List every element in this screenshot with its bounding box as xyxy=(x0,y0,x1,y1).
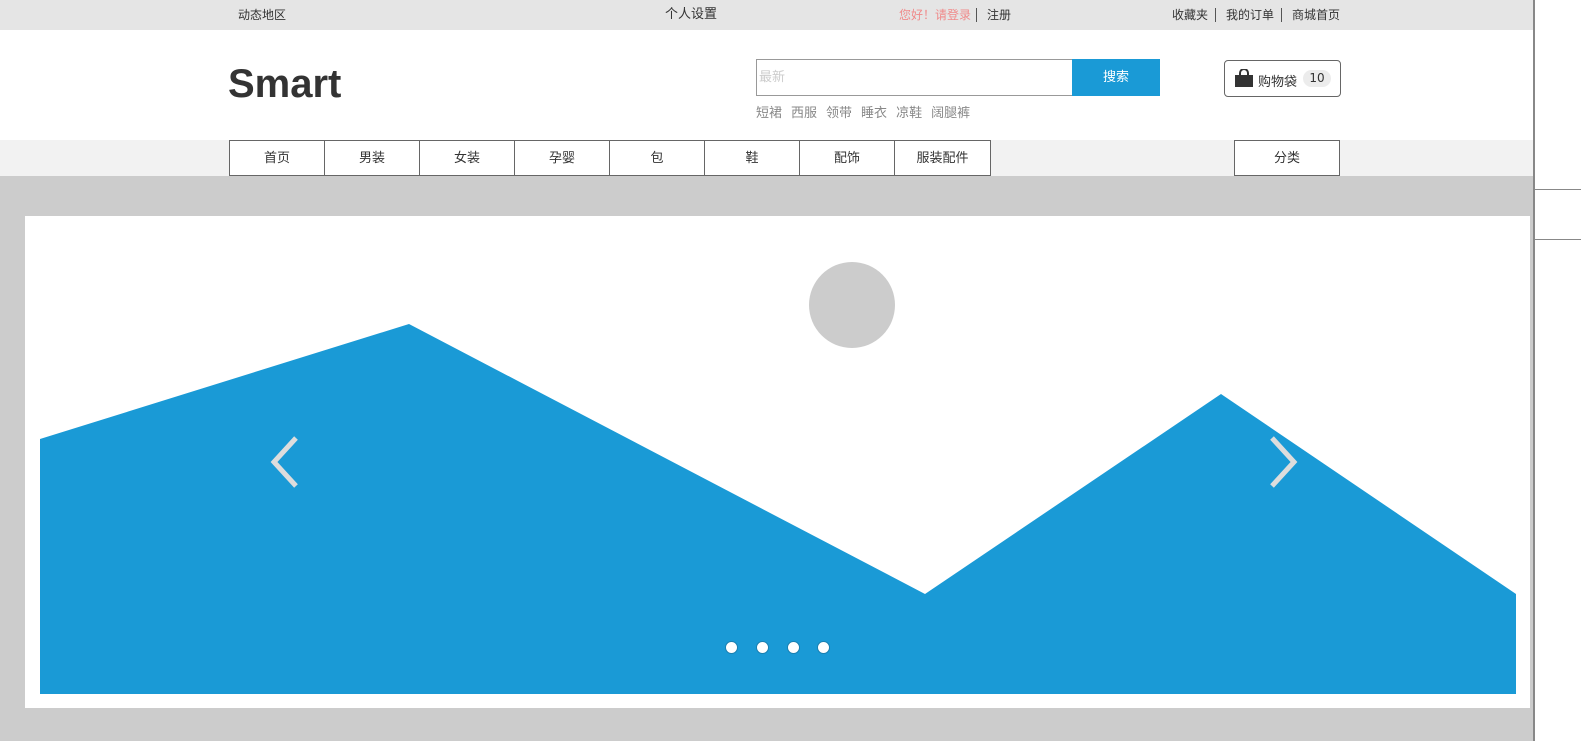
shopping-bag-icon xyxy=(1235,69,1253,87)
mall-home-link[interactable]: 商城首页 xyxy=(1292,8,1340,22)
mountain-shape xyxy=(40,324,1516,694)
search-button[interactable]: 搜索 xyxy=(1072,59,1160,96)
favorites-link[interactable]: 收藏夹 xyxy=(1172,8,1208,22)
carousel xyxy=(25,216,1530,708)
search-input[interactable] xyxy=(756,59,1073,96)
hot-keyword[interactable]: 短裙 xyxy=(756,106,782,121)
my-orders-link[interactable]: 我的订单 xyxy=(1226,8,1274,22)
carousel-indicator[interactable] xyxy=(817,641,830,654)
hot-keyword[interactable]: 西服 xyxy=(791,106,817,121)
nav-item-bags[interactable]: 包 xyxy=(609,140,705,176)
cart-button[interactable]: 购物袋 10 xyxy=(1224,60,1341,97)
banner-image-placeholder xyxy=(40,262,1516,694)
login-link[interactable]: 您好！请登录 xyxy=(899,8,971,22)
carousel-indicator[interactable] xyxy=(725,641,738,654)
register-link[interactable]: 注册 xyxy=(987,8,1011,22)
nav-item-clothing-accessories[interactable]: 服装配件 xyxy=(894,140,991,176)
nav-item-women[interactable]: 女装 xyxy=(419,140,515,176)
hot-keyword[interactable]: 睡衣 xyxy=(861,106,887,121)
cart-count-badge: 10 xyxy=(1303,70,1331,87)
region-link[interactable]: 动态地区 xyxy=(238,8,286,22)
logo[interactable]: Smart xyxy=(228,60,341,108)
carousel-indicator[interactable] xyxy=(756,641,769,654)
category-button[interactable]: 分类 xyxy=(1234,140,1340,176)
carousel-area xyxy=(0,176,1534,741)
carousel-indicator[interactable] xyxy=(787,641,800,654)
hot-keywords: 短裙 西服 领带 睡衣 凉鞋 阔腿裤 xyxy=(756,102,979,121)
header: Smart 搜索 短裙西服领带睡衣凉鞋阔腿裤 购物袋 10 xyxy=(0,30,1534,140)
hot-keyword[interactable]: 阔腿裤 xyxy=(931,106,970,121)
chevron-left-icon[interactable] xyxy=(268,434,302,490)
divider xyxy=(976,8,977,22)
hot-keyword[interactable]: 领带 xyxy=(826,106,852,121)
divider xyxy=(1215,8,1216,22)
sun-shape xyxy=(809,262,895,348)
chevron-right-icon[interactable] xyxy=(1266,434,1300,490)
side-panel xyxy=(1533,0,1581,741)
nav-item-accessories[interactable]: 配饰 xyxy=(799,140,895,176)
nav-item-men[interactable]: 男装 xyxy=(324,140,420,176)
hot-keyword[interactable]: 凉鞋 xyxy=(896,106,922,121)
divider xyxy=(1535,239,1581,240)
personal-settings-link[interactable]: 个人设置 xyxy=(665,8,717,22)
divider xyxy=(1535,189,1581,190)
nav-item-home[interactable]: 首页 xyxy=(229,140,325,176)
main-nav: 首页 男装 女装 孕婴 包 鞋 配饰 服装配件 分类 xyxy=(0,140,1534,176)
nav-item-shoes[interactable]: 鞋 xyxy=(704,140,800,176)
nav-item-maternity[interactable]: 孕婴 xyxy=(514,140,610,176)
cart-label: 购物袋 xyxy=(1258,75,1298,90)
divider xyxy=(1281,8,1282,22)
top-bar: 动态地区 个人设置 您好！请登录 注册 收藏夹 我的订单 商城首页 xyxy=(0,0,1534,30)
